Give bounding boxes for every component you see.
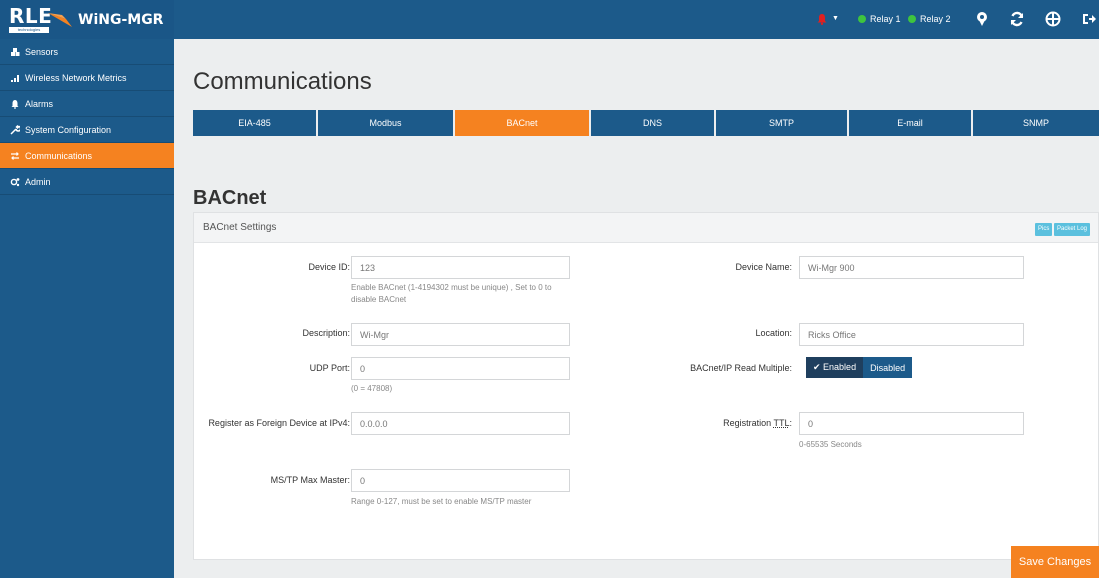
top-bar: RLE technologies WiNG-MGR ▼ Relay 1 Rela…	[0, 0, 1099, 39]
device-id-input[interactable]	[351, 256, 570, 279]
registration-ttl-help: 0-65535 Seconds	[799, 440, 862, 449]
tab-bar: EIA-485 Modbus BACnet DNS SMTP E-mail SN…	[193, 110, 1099, 136]
brand-logo-subtitle: technologies	[9, 27, 49, 33]
udp-port-input[interactable]	[351, 357, 570, 380]
tab-dns[interactable]: DNS	[591, 110, 716, 136]
chevron-down-icon[interactable]: ▼	[832, 14, 839, 24]
cubes-icon	[11, 47, 20, 56]
sidebar-item-communications[interactable]: Communications	[0, 143, 174, 169]
read-multiple-toggle: ✔ Enabled Disabled	[806, 357, 913, 378]
sidebar-item-label: Sensors	[25, 46, 59, 57]
product-name: WiNG-MGR	[78, 12, 164, 28]
map-marker-icon[interactable]	[973, 10, 991, 28]
sidebar-item-system-configuration[interactable]: System Configuration	[0, 117, 174, 143]
disabled-option[interactable]: Disabled	[863, 357, 913, 378]
sidebar: Sensors Wireless Network Metrics Alarms …	[0, 39, 174, 578]
device-name-input[interactable]	[799, 256, 1024, 279]
pics-button[interactable]: Pics	[1035, 223, 1053, 236]
bacnet-settings-panel: BACnet Settings Pics Packet Log Device I…	[193, 212, 1099, 560]
tab-email[interactable]: E-mail	[849, 110, 973, 136]
read-multiple-label: BACnet/IP Read Multiple:	[690, 363, 792, 373]
cogs-icon	[10, 177, 20, 186]
sidebar-item-sensors[interactable]: Sensors	[0, 39, 174, 65]
sidebar-item-label: Admin	[25, 176, 51, 187]
mstp-max-master-help: Range 0-127, must be set to enable MS/TP…	[351, 497, 532, 506]
logout-icon[interactable]	[1080, 10, 1098, 28]
registration-ttl-input[interactable]	[799, 412, 1024, 435]
exchange-icon	[11, 151, 19, 160]
relay-1-status[interactable]: Relay 1	[858, 12, 901, 26]
location-label: Location:	[755, 328, 792, 338]
device-name-label: Device Name:	[735, 262, 792, 272]
tab-eia-485[interactable]: EIA-485	[193, 110, 318, 136]
swoosh-icon	[48, 13, 72, 27]
section-title: BACnet	[193, 187, 267, 209]
brand[interactable]: RLE technologies WiNG-MGR	[0, 0, 174, 39]
device-id-help: Enable BACnet (1-4194302 must be unique)…	[351, 283, 552, 304]
registration-ttl-label-prefix: Registration	[723, 418, 774, 428]
sidebar-item-wireless-network-metrics[interactable]: Wireless Network Metrics	[0, 65, 174, 91]
relay-2-status[interactable]: Relay 2	[908, 12, 951, 26]
tab-smtp[interactable]: SMTP	[716, 110, 849, 136]
device-id-label: Device ID:	[308, 262, 350, 272]
relay-1-status-dot	[858, 15, 866, 23]
mstp-max-master-label: MS/TP Max Master:	[270, 475, 350, 485]
tab-bacnet[interactable]: BACnet	[455, 110, 591, 136]
ttl-abbreviation: TTL	[773, 418, 790, 428]
udp-port-help: (0 = 47808)	[351, 384, 393, 393]
sidebar-item-alarms[interactable]: Alarms	[0, 91, 174, 117]
packet-log-button[interactable]: Packet Log	[1054, 223, 1091, 236]
tab-snmp[interactable]: SNMP	[973, 110, 1099, 136]
bell-icon	[11, 99, 19, 109]
sidebar-item-label: Wireless Network Metrics	[25, 72, 127, 83]
mstp-max-master-input[interactable]	[351, 469, 570, 492]
main-content: Communications EIA-485 Modbus BACnet DNS…	[174, 39, 1099, 578]
description-input[interactable]	[351, 323, 570, 346]
registration-ttl-label: Registration TTL:	[723, 418, 792, 428]
save-changes-button[interactable]: Save Changes	[1011, 546, 1099, 578]
udp-port-label: UDP Port:	[309, 363, 350, 373]
relay-2-label: Relay 2	[920, 14, 951, 24]
sidebar-item-label: System Configuration	[25, 124, 112, 135]
registration-ttl-label-suffix: :	[789, 418, 792, 428]
foreign-device-label: Register as Foreign Device at IPv4:	[208, 418, 350, 428]
foreign-device-ipv4-input[interactable]	[351, 412, 570, 435]
signal-icon	[11, 74, 19, 82]
sidebar-item-label: Communications	[25, 150, 93, 161]
sidebar-item-label: Alarms	[25, 98, 54, 109]
alarm-bell-icon[interactable]	[816, 13, 828, 25]
relay-1-label: Relay 1	[870, 14, 901, 24]
sidebar-item-admin[interactable]: Admin	[0, 169, 174, 195]
location-input[interactable]	[799, 323, 1024, 346]
refresh-icon[interactable]	[1008, 10, 1026, 28]
enabled-option[interactable]: ✔ Enabled	[806, 357, 864, 378]
panel-title: BACnet Settings	[203, 222, 277, 233]
page-title: Communications	[193, 68, 372, 95]
description-label: Description:	[302, 328, 350, 338]
globe-icon[interactable]	[1044, 10, 1062, 28]
tab-modbus[interactable]: Modbus	[318, 110, 455, 136]
wrench-icon	[10, 124, 20, 135]
relay-2-status-dot	[908, 15, 916, 23]
panel-header: BACnet Settings Pics Packet Log	[194, 213, 1098, 243]
